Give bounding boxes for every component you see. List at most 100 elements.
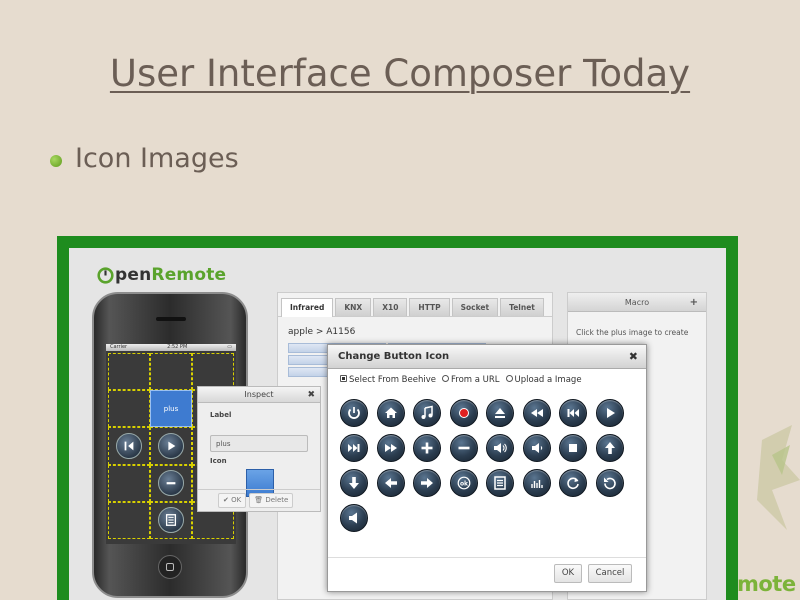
- volume-down-icon[interactable]: [522, 434, 551, 462]
- next-track-icon-glyph: [348, 444, 360, 452]
- inspect-title: Inspect: [244, 390, 274, 399]
- grid-cell[interactable]: [108, 427, 150, 465]
- previous-track-icon[interactable]: [559, 399, 587, 427]
- menu-list-icon[interactable]: [486, 469, 514, 497]
- grid-cell[interactable]: [150, 464, 192, 502]
- carrier-label: Carrier: [110, 344, 128, 350]
- add-macro-button[interactable]: +: [690, 293, 698, 312]
- source-option[interactable]: Upload a Image: [505, 375, 582, 385]
- delete-label: Delete: [265, 496, 289, 504]
- power-icon[interactable]: [340, 399, 368, 427]
- equalizer-icon[interactable]: [522, 469, 551, 497]
- tab-knx[interactable]: KNX: [335, 298, 372, 316]
- svg-text:ok: ok: [459, 480, 468, 487]
- close-icon[interactable]: ✖: [307, 387, 315, 403]
- minus-icon-glyph: [458, 446, 469, 450]
- undo-icon[interactable]: [595, 469, 624, 497]
- fast-forward-icon[interactable]: [376, 434, 405, 462]
- delete-button[interactable]: 🗑 Delete: [249, 493, 294, 508]
- ok-button[interactable]: ✔ OK: [218, 493, 247, 508]
- music-note-icon-glyph: [421, 405, 433, 419]
- radio-icon[interactable]: [441, 375, 449, 382]
- dialog-ok-button[interactable]: OK: [554, 564, 582, 583]
- bullet-dot: [50, 155, 62, 167]
- radio-checked-icon[interactable]: [340, 375, 347, 382]
- plus-icon[interactable]: [413, 434, 441, 462]
- home-icon-glyph: [384, 407, 397, 418]
- arrow-right-icon-glyph: [421, 478, 433, 488]
- arrow-down-icon[interactable]: [340, 469, 368, 497]
- icon-heading: Icon: [210, 457, 227, 465]
- grid-cell[interactable]: [150, 427, 192, 465]
- label-heading: Label: [210, 411, 232, 419]
- macro-title: Macro: [624, 298, 650, 307]
- tab-socket[interactable]: Socket: [451, 298, 499, 316]
- grid-cell[interactable]: [150, 353, 192, 391]
- previous-track-icon[interactable]: [116, 432, 142, 459]
- refresh-icon[interactable]: [559, 469, 587, 497]
- ok-label: OK: [231, 496, 242, 504]
- play-icon[interactable]: [595, 399, 624, 427]
- record-icon-glyph: [458, 408, 469, 418]
- volume-down-icon-glyph: [531, 443, 542, 453]
- arrow-left-icon[interactable]: [376, 469, 405, 497]
- inspect-footer: ✔ OK 🗑 Delete: [198, 489, 320, 511]
- menu-list-icon[interactable]: [158, 507, 184, 534]
- previous-track-icon-glyph: [567, 409, 579, 417]
- source-option-label: From a URL: [450, 375, 500, 385]
- brand-remote-text: Remote: [151, 265, 227, 285]
- arrow-up-icon[interactable]: [595, 434, 624, 462]
- minus-icon[interactable]: [158, 470, 184, 497]
- rewind-icon[interactable]: [522, 399, 551, 427]
- dialog-cancel-button[interactable]: Cancel: [588, 564, 632, 583]
- tab-http[interactable]: HTTP: [409, 298, 450, 316]
- minus-icon[interactable]: [449, 434, 478, 462]
- play-icon-glyph: [606, 408, 615, 418]
- macro-header: Macro +: [568, 293, 706, 312]
- play-icon[interactable]: [158, 432, 184, 459]
- eject-icon[interactable]: [486, 399, 514, 427]
- plus-icon-glyph: [421, 442, 433, 454]
- radio-icon[interactable]: [505, 375, 513, 382]
- slide-title: User Interface Composer Today: [109, 52, 691, 95]
- arrow-right-icon[interactable]: [413, 469, 441, 497]
- status-time: 2:52 PM: [167, 344, 188, 350]
- undo-icon-glyph: [603, 477, 616, 490]
- phone-speaker: [156, 317, 186, 321]
- volume-up-icon[interactable]: [486, 434, 514, 462]
- grid-cell[interactable]: [192, 353, 234, 391]
- arrow-down-icon-glyph: [349, 477, 359, 489]
- selected-plus-button[interactable]: plus: [150, 390, 192, 428]
- source-option[interactable]: From a URL: [441, 375, 500, 385]
- grid-cell[interactable]: [108, 390, 150, 428]
- grid-cell[interactable]: [150, 501, 192, 539]
- ok-icon[interactable]: ok: [449, 469, 478, 497]
- tab-x10[interactable]: X10: [373, 298, 408, 316]
- music-note-icon[interactable]: [413, 399, 441, 427]
- grid-cell[interactable]: [108, 353, 150, 391]
- record-icon[interactable]: [449, 399, 478, 427]
- source-option-label: Upload a Image: [514, 375, 582, 385]
- change-button-icon-dialog: Change Button Icon ✖ Select From Beehive…: [327, 344, 647, 592]
- background-leaf-icon: [757, 425, 800, 530]
- ok-icon-glyph: ok: [457, 476, 470, 490]
- battery-icon: ▭: [227, 344, 232, 350]
- close-icon[interactable]: ✖: [629, 345, 638, 369]
- stop-icon[interactable]: [559, 434, 587, 462]
- eject-icon-glyph: [495, 408, 505, 418]
- tab-telnet[interactable]: Telnet: [500, 298, 544, 316]
- macro-hint: Click the plus image to create: [576, 328, 689, 337]
- home-icon[interactable]: [376, 399, 405, 427]
- composer-app: pen Remote Infrared KNX X10 HTTP Socket Telnet…: [69, 248, 726, 600]
- mute-icon[interactable]: [340, 504, 368, 532]
- icon-grid: ok: [340, 399, 630, 532]
- grid-cell[interactable]: [108, 501, 150, 539]
- trash-icon: 🗑: [254, 496, 266, 504]
- protocol-tabs: Infrared KNX X10 HTTP Socket Telnet: [278, 293, 552, 317]
- next-track-icon[interactable]: [340, 434, 368, 462]
- source-option[interactable]: Select From Beehive: [340, 375, 436, 385]
- tab-infrared[interactable]: Infrared: [281, 298, 334, 317]
- stop-icon-glyph: [569, 444, 577, 452]
- label-input[interactable]: plus: [210, 435, 308, 452]
- grid-cell[interactable]: [108, 464, 150, 502]
